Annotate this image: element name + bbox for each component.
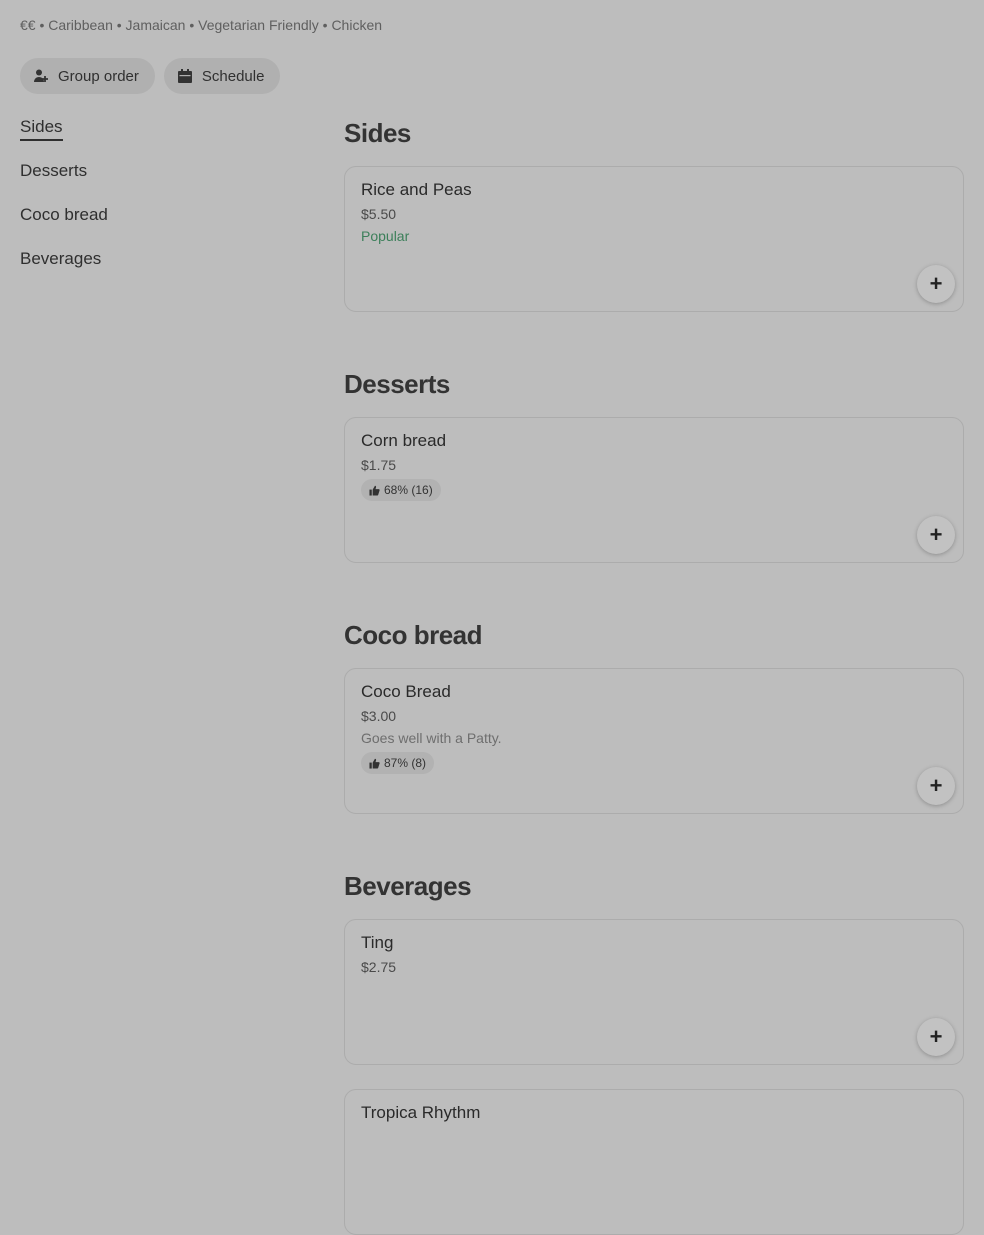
category-nav: Sides Desserts Coco bread Beverages xyxy=(20,114,108,290)
thumbs-up-icon xyxy=(369,485,380,496)
menu-content: Sides Rice and Peas $5.50 Popular + Dess… xyxy=(344,112,964,1235)
item-name: Coco Bread xyxy=(361,682,451,701)
nav-item-coco-bread[interactable]: Coco bread xyxy=(20,202,108,246)
item-price: $1.75 xyxy=(361,457,397,473)
calendar-icon xyxy=(176,67,194,85)
group-order-label: Group order xyxy=(58,67,139,85)
item-name: Corn bread xyxy=(361,431,447,450)
schedule-button[interactable]: Schedule xyxy=(163,58,281,94)
add-item-button[interactable]: + xyxy=(917,516,955,554)
item-price: $3.00 xyxy=(361,708,397,724)
order-actions: Group order Schedule xyxy=(20,58,281,94)
nav-item-desserts[interactable]: Desserts xyxy=(20,158,108,202)
menu-item-card[interactable]: Coco Bread $3.00 Goes well with a Patty.… xyxy=(344,668,964,814)
rating-badge: 87% (8) xyxy=(361,752,435,774)
menu-item-card[interactable]: Corn bread $1.75 68% (16) + xyxy=(344,417,964,563)
item-name: Rice and Peas xyxy=(361,180,472,199)
item-name: Ting xyxy=(361,933,394,952)
add-item-button[interactable]: + xyxy=(917,1018,955,1056)
nav-item-label: Beverages xyxy=(20,249,102,268)
add-item-button[interactable]: + xyxy=(917,265,955,303)
item-price: $2.75 xyxy=(361,959,397,975)
item-price: $5.50 xyxy=(361,206,397,222)
section-title: Desserts xyxy=(344,369,450,399)
store-meta: €€ • Caribbean • Jamaican • Vegetarian F… xyxy=(20,17,383,33)
rating-text: 87% (8) xyxy=(384,756,427,770)
rating-text: 68% (16) xyxy=(384,483,433,497)
group-user-icon xyxy=(32,67,50,85)
section-beverages: Beverages Ting $2.75 + Tropica Rhythm xyxy=(344,865,964,1235)
item-description: Goes well with a Patty. xyxy=(361,730,502,746)
nav-item-label: Coco bread xyxy=(20,205,108,224)
menu-item-card[interactable]: Rice and Peas $5.50 Popular + xyxy=(344,166,964,312)
nav-item-sides[interactable]: Sides xyxy=(20,114,108,158)
thumbs-up-icon xyxy=(369,758,380,769)
section-title: Beverages xyxy=(344,871,472,901)
section-coco-bread: Coco bread Coco Bread $3.00 Goes well wi… xyxy=(344,614,964,814)
nav-item-label: Sides xyxy=(20,115,63,141)
section-sides: Sides Rice and Peas $5.50 Popular + xyxy=(344,112,964,312)
section-desserts: Desserts Corn bread $1.75 68% (16) + xyxy=(344,363,964,563)
group-order-button[interactable]: Group order xyxy=(20,58,155,94)
nav-item-beverages[interactable]: Beverages xyxy=(20,246,108,290)
menu-item-card[interactable]: Ting $2.75 + xyxy=(344,919,964,1065)
rating-badge: 68% (16) xyxy=(361,479,441,501)
menu-item-card[interactable]: Tropica Rhythm xyxy=(344,1089,964,1235)
nav-item-label: Desserts xyxy=(20,161,88,180)
add-item-button[interactable]: + xyxy=(917,767,955,805)
item-name: Tropica Rhythm xyxy=(361,1103,481,1122)
schedule-label: Schedule xyxy=(201,67,265,85)
section-title: Coco bread xyxy=(344,620,483,650)
popular-badge: Popular xyxy=(361,228,410,244)
section-title: Sides xyxy=(344,118,411,148)
